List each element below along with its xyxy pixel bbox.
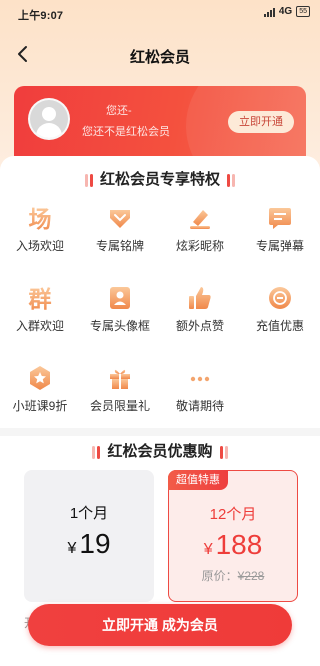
badge-nameplate-icon — [110, 210, 130, 228]
original-price: 原价：¥228 — [201, 569, 265, 583]
privilege-item-danmaku[interactable]: 专属弹幕 — [240, 202, 320, 280]
member-status-text: 您还不是红松会员 — [82, 126, 170, 138]
privilege-item-extra-likes[interactable]: 额外点赞 — [160, 282, 240, 360]
plan-duration: 12个月 — [209, 506, 257, 523]
coin-discount-icon — [269, 287, 291, 309]
privilege-item-avatar-frame[interactable]: 专属头像框 — [80, 282, 160, 360]
privilege-label: 专属弹幕 — [255, 239, 304, 253]
open-membership-button[interactable]: 立即开通 — [228, 111, 294, 133]
privilege-label: 入场欢迎 — [15, 239, 64, 253]
privilege-label: 炫彩昵称 — [175, 239, 224, 253]
privilege-item-venue-welcome[interactable]: 场 入场欢迎 — [0, 202, 80, 280]
offers-title-text: 红松会员优惠购 — [107, 443, 213, 460]
more-dots-icon — [190, 376, 210, 382]
colorful-nickname-icon — [190, 210, 210, 229]
gift-icon — [110, 369, 130, 389]
privilege-label: 入群欢迎 — [15, 319, 64, 333]
privilege-label: 专属铭牌 — [95, 239, 144, 253]
privilege-item-group-welcome[interactable]: 群 入群欢迎 — [0, 282, 80, 360]
svg-text:群: 群 — [28, 286, 52, 312]
privilege-label: 敬请期待 — [175, 399, 224, 413]
plan-duration: 1个月 — [69, 505, 109, 522]
user-name: 您还- — [106, 105, 132, 117]
avatar-frame-icon — [110, 287, 130, 309]
venue-welcome-icon: 场 — [29, 207, 52, 232]
star-class-icon — [30, 366, 50, 390]
danmaku-icon — [269, 208, 291, 229]
privilege-label: 充值优惠 — [255, 319, 304, 333]
privilege-item-recharge-discount[interactable]: 充值优惠 — [240, 282, 320, 360]
section-divider — [0, 428, 320, 436]
nav-bar: 红松会员 — [0, 36, 320, 72]
battery-icon: 55 — [296, 6, 310, 17]
status-time: 上午9:07 — [18, 10, 64, 22]
group-welcome-icon: 群 — [28, 286, 52, 312]
svg-text:场: 场 — [29, 207, 52, 232]
plan-price: ¥188 — [203, 529, 263, 560]
privilege-label: 小班课9折 — [12, 399, 68, 413]
plan-price: ¥19 — [67, 528, 111, 559]
signal-icon — [263, 7, 275, 17]
avatar[interactable] — [28, 98, 70, 140]
plan-card-12-months[interactable]: 超值特惠 12个月 ¥188 原价：¥228 — [168, 470, 298, 602]
plan-card-1-month[interactable]: 1个月 ¥19 — [24, 470, 154, 602]
status-bar: 上午9:07 4G 55 — [0, 0, 320, 24]
deal-tag: 超值特惠 — [168, 470, 228, 490]
offers-section-title: 红松会员优惠购 — [0, 440, 320, 461]
thumbs-up-icon — [189, 287, 211, 309]
privilege-item-nameplate[interactable]: 专属铭牌 — [80, 202, 160, 280]
privilege-label: 专属头像框 — [89, 319, 150, 333]
privilege-label: 会员限量礼 — [89, 399, 150, 413]
privilege-label: 额外点赞 — [175, 319, 224, 333]
privileges-title-text: 红松会员专享特权 — [99, 171, 220, 188]
privileges-section-title: 红松会员专享特权 — [0, 168, 320, 189]
become-member-button[interactable]: 立即开通 成为会员 — [28, 604, 292, 646]
privilege-item-nickname[interactable]: 炫彩昵称 — [160, 202, 240, 280]
network-type: 4G — [278, 6, 293, 17]
page-title: 红松会员 — [129, 49, 190, 66]
status-indicators: 4G 55 — [263, 6, 310, 17]
